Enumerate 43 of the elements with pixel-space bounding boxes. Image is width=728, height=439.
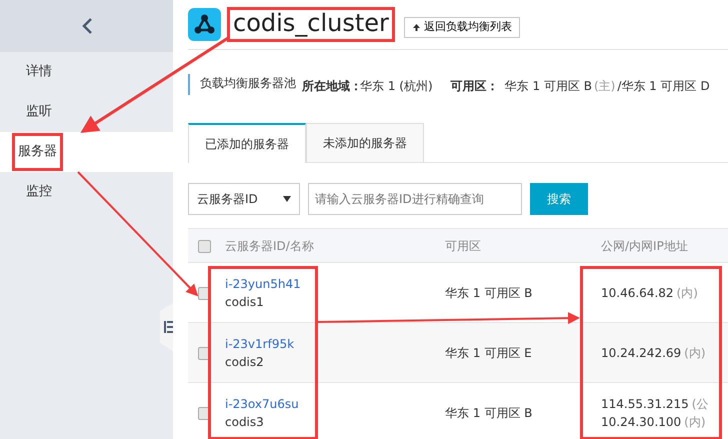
zone-cell: 华东 1 可用区 E: [445, 346, 532, 360]
upload-icon: [412, 22, 421, 32]
select-all-checkbox[interactable]: [198, 240, 211, 253]
ip-type: (内): [676, 286, 698, 300]
back-button[interactable]: 返回负载均衡列表: [404, 17, 520, 38]
ip-address: 10.24.242.69: [601, 346, 682, 360]
caret-icon: [283, 196, 291, 202]
zone-note: (主): [594, 78, 616, 95]
region-value: 华东 1 (杭州): [360, 78, 433, 95]
server-name: codis3: [225, 414, 265, 431]
zone-value: /华东 1 可用区 D: [617, 78, 710, 95]
ip-address: 114.55.31.215: [601, 396, 689, 411]
zone-cell: 华东 1 可用区 B: [445, 286, 532, 300]
column-header: 云服务器ID/名称: [225, 238, 314, 252]
zone-value: 华东 1 可用区 B: [504, 78, 592, 95]
server-id-dropdown[interactable]: 云服务器ID: [188, 183, 300, 215]
ip-type: (公: [692, 396, 708, 411]
cluster-logo-icon: [188, 8, 221, 41]
server-id-link[interactable]: i-23v1rf95k: [225, 334, 443, 352]
sidebar-item[interactable]: 监听: [23, 102, 55, 122]
zone-label: 可用区：: [450, 78, 499, 95]
sidebar-toggle-icon[interactable]: [160, 303, 173, 351]
sidebar-item[interactable]: 监控: [23, 182, 55, 202]
back-icon[interactable]: [80, 17, 92, 36]
ip-address: 10.24.30.100: [601, 414, 682, 429]
tab[interactable]: 已添加的服务器: [188, 123, 306, 163]
sidebar-item[interactable]: 服务器: [12, 133, 63, 171]
ip-type: (内): [684, 414, 706, 429]
ip-type: (内): [684, 346, 706, 360]
server-id-link[interactable]: i-23yun5h41: [225, 274, 443, 292]
server-id-link[interactable]: i-23ox7u6su: [225, 394, 443, 413]
tab[interactable]: 未添加的服务器: [306, 123, 424, 162]
column-header: 可用区: [445, 238, 481, 252]
search-field[interactable]: 请输入云服务器ID进行精确查询: [308, 183, 522, 215]
region-label: 所在地域：: [302, 78, 362, 95]
page-title: codis_cluster: [227, 6, 395, 42]
column-header: 公网/内网IP地址: [601, 238, 688, 252]
sidebar-item[interactable]: 详情: [23, 62, 55, 82]
zone-cell: 华东 1 可用区 B: [445, 406, 532, 420]
server-name: codis2: [225, 354, 265, 370]
pool-label: 负载均衡服务器池: [200, 75, 296, 92]
ip-address: 10.46.64.82: [601, 286, 674, 300]
server-name: codis1: [225, 294, 265, 310]
